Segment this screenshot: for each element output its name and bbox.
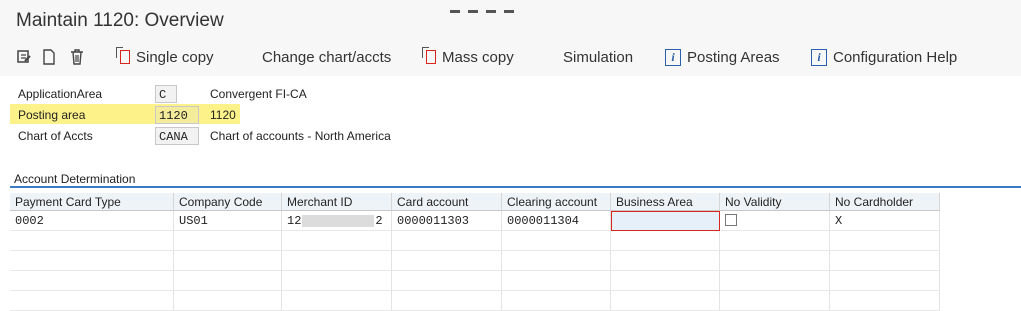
application-area-label: ApplicationArea — [18, 87, 103, 101]
column-header-company-code[interactable]: Company Code — [174, 193, 282, 211]
application-toolbar: Single copy Change chart/accts Mass copy… — [0, 40, 1021, 77]
info-icon: i — [811, 48, 827, 66]
company-code-cell[interactable]: US01 — [174, 211, 282, 231]
change-chart-accts-button[interactable]: Change chart/accts — [262, 46, 391, 68]
chart-of-accts-description: Chart of accounts - North America — [210, 129, 391, 143]
merchant-id-prefix: 12 — [287, 214, 302, 228]
redacted-region — [302, 214, 375, 227]
configuration-help-label: Configuration Help — [833, 48, 958, 66]
single-copy-button[interactable]: Single copy — [116, 46, 214, 68]
posting-area-description: 1120 — [210, 108, 236, 122]
no-cardholder-cell[interactable]: X — [830, 211, 940, 231]
column-header-no-validity[interactable]: No Validity — [720, 193, 830, 211]
info-icon: i — [665, 48, 681, 66]
column-header-business-area[interactable]: Business Area — [611, 193, 720, 211]
table-header: Payment Card Type Company Code Merchant … — [10, 193, 940, 211]
mass-copy-label: Mass copy — [442, 48, 514, 66]
application-area-field[interactable]: C — [155, 85, 177, 103]
header-fields: ApplicationArea C Convergent FI-CA Posti… — [0, 76, 1021, 176]
chart-of-accts-label: Chart of Accts — [18, 129, 93, 143]
no-validity-checkbox[interactable] — [725, 213, 737, 226]
posting-areas-label: Posting Areas — [687, 48, 780, 66]
trash-icon — [71, 49, 83, 65]
payment-card-type-cell[interactable]: 0002 — [10, 211, 174, 231]
copy-icon — [422, 47, 436, 64]
table-row[interactable] — [10, 231, 940, 251]
application-area-description: Convergent FI-CA — [210, 87, 307, 101]
table-row[interactable]: 0002 US01 12 2 0000011303 0000011304 X — [10, 211, 940, 231]
no-validity-cell[interactable] — [720, 211, 830, 231]
column-header-no-cardholder[interactable]: No Cardholder — [830, 193, 940, 211]
page-title: Maintain 1120: Overview — [16, 10, 224, 31]
simulation-label: Simulation — [563, 48, 634, 66]
merchant-id-cell[interactable]: 12 2 — [282, 211, 392, 231]
section-divider — [10, 186, 1021, 188]
table-row[interactable] — [10, 291, 940, 311]
posting-areas-button[interactable]: i Posting Areas — [665, 46, 780, 68]
table-row[interactable] — [10, 271, 940, 291]
business-area-input[interactable] — [611, 211, 720, 231]
display-change-button[interactable] — [16, 46, 32, 68]
column-header-clearing-account[interactable]: Clearing account — [502, 193, 611, 211]
section-title: Account Determination — [14, 172, 136, 186]
copy-icon — [116, 47, 130, 64]
new-entries-button[interactable] — [42, 46, 56, 68]
merchant-id-suffix: 2 — [375, 214, 383, 228]
table-row[interactable] — [10, 251, 940, 271]
column-header-payment-card-type[interactable]: Payment Card Type — [10, 193, 174, 211]
simulation-button[interactable]: Simulation — [563, 46, 633, 68]
clearing-account-cell[interactable]: 0000011304 — [502, 211, 611, 231]
configuration-help-button[interactable]: i Configuration Help — [811, 46, 957, 68]
mass-copy-button[interactable]: Mass copy — [422, 46, 514, 68]
column-header-card-account[interactable]: Card account — [392, 193, 502, 211]
posting-area-field[interactable]: 1120 — [155, 106, 199, 124]
account-determination-table: Payment Card Type Company Code Merchant … — [10, 193, 940, 311]
title-bar: Maintain 1120: Overview — [0, 0, 1021, 40]
posting-area-label: Posting area — [18, 108, 86, 122]
window-controls — [450, 0, 522, 13]
card-account-cell[interactable]: 0000011303 — [392, 211, 502, 231]
single-copy-label: Single copy — [136, 48, 214, 66]
display-change-icon — [17, 50, 31, 63]
delete-button[interactable] — [70, 46, 84, 68]
chart-of-accts-field[interactable]: CANA — [155, 127, 199, 145]
change-chart-accts-label: Change chart/accts — [262, 48, 392, 66]
column-header-merchant-id[interactable]: Merchant ID — [282, 193, 392, 211]
new-document-icon — [43, 49, 55, 65]
